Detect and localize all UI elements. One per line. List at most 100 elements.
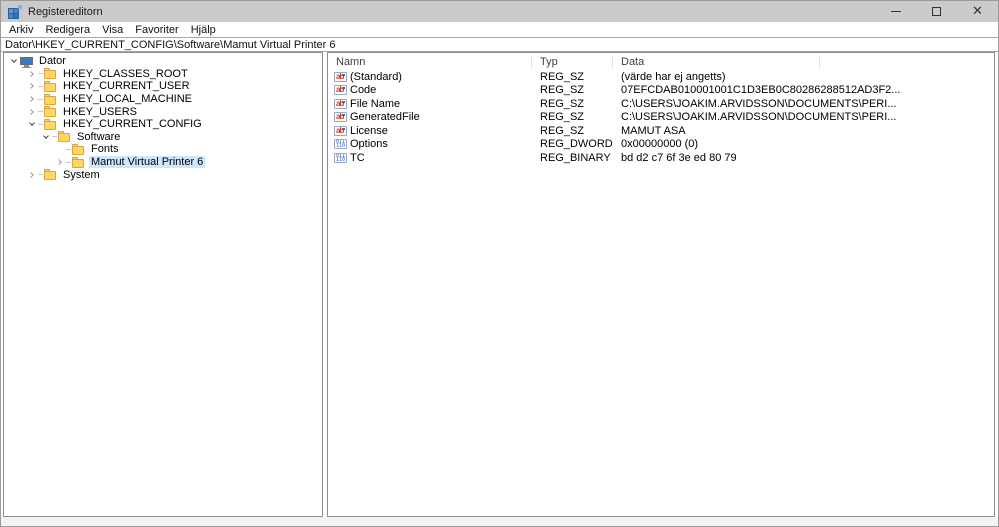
value-name: Options xyxy=(350,138,388,151)
value-data: MAMUT ASA xyxy=(621,124,686,137)
folder-icon xyxy=(44,106,57,118)
minimize-icon xyxy=(890,11,901,12)
tree-connector xyxy=(52,136,57,138)
value-name-cell[interactable]: Options xyxy=(328,138,532,150)
tree-item[interactable]: Mamut Virtual Printer 6 xyxy=(4,156,322,169)
binary-value-icon xyxy=(334,152,347,163)
value-name-cell[interactable]: GeneratedFile xyxy=(328,111,532,123)
tree-expander[interactable] xyxy=(54,156,66,168)
value-type: REG_SZ xyxy=(540,124,585,137)
value-name-cell[interactable]: TC xyxy=(328,152,532,164)
string-value-icon xyxy=(334,71,347,82)
value-row[interactable]: License REG_SZ MAMUT ASA xyxy=(328,124,994,138)
tree-item-label[interactable]: Fonts xyxy=(89,143,121,155)
value-name: GeneratedFile xyxy=(350,111,420,124)
value-row[interactable]: File Name REG_SZ C:\USERS\JOAKIM.ARVIDSS… xyxy=(328,97,994,111)
folder-icon xyxy=(72,156,85,168)
computer-icon xyxy=(20,56,33,68)
tree-expander[interactable] xyxy=(26,118,38,130)
tree-item-label[interactable]: HKEY_CURRENT_CONFIG xyxy=(61,118,204,130)
menu-item-favoriter[interactable]: Favoriter xyxy=(129,24,184,36)
status-bar xyxy=(1,517,998,526)
tree-item[interactable]: HKEY_CURRENT_USER xyxy=(4,80,322,93)
regedit-window: Registereditorn ✕ Arkiv Redigera Visa Fa… xyxy=(0,0,999,527)
column-header-filler xyxy=(820,56,994,69)
value-name-cell[interactable]: License xyxy=(328,125,532,137)
tree-item-label[interactable]: Software xyxy=(75,131,122,143)
close-button[interactable]: ✕ xyxy=(957,1,998,22)
address-bar[interactable]: Dator\HKEY_CURRENT_CONFIG\Software\Mamut… xyxy=(1,37,998,52)
close-icon: ✕ xyxy=(972,4,983,19)
tree-expander[interactable] xyxy=(26,80,38,92)
tree-connector xyxy=(66,161,71,163)
menubar: Arkiv Redigera Visa Favoriter Hjälp xyxy=(1,22,998,37)
menu-item-visa[interactable]: Visa xyxy=(96,24,129,36)
value-name: (Standard) xyxy=(350,70,402,83)
folder-icon xyxy=(72,143,85,155)
folder-icon xyxy=(44,93,57,105)
tree-item[interactable]: System xyxy=(4,168,322,181)
tree-item[interactable]: HKEY_USERS xyxy=(4,105,322,118)
string-value-icon xyxy=(334,112,347,123)
maximize-button[interactable] xyxy=(916,1,957,22)
folder-icon xyxy=(44,169,57,181)
value-name-cell[interactable]: Code xyxy=(328,84,532,96)
tree-item-label[interactable]: HKEY_LOCAL_MACHINE xyxy=(61,93,194,105)
tree-item[interactable]: Dator xyxy=(4,55,322,68)
tree-expander[interactable] xyxy=(26,169,38,181)
value-type: REG_SZ xyxy=(540,70,585,83)
value-row[interactable]: Code REG_SZ 07EFCDAB010001001C1D3EB0C802… xyxy=(328,84,994,98)
menu-item-redigera[interactable]: Redigera xyxy=(39,24,96,36)
tree-item-label[interactable]: Dator xyxy=(37,55,68,67)
menu-item-arkiv[interactable]: Arkiv xyxy=(3,24,39,36)
value-type: REG_SZ xyxy=(540,97,585,110)
tree-item[interactable]: Software xyxy=(4,131,322,144)
tree-item-label[interactable]: HKEY_CURRENT_USER xyxy=(61,80,192,92)
tree-expander[interactable] xyxy=(54,143,66,155)
value-name-cell[interactable]: (Standard) xyxy=(328,71,532,83)
value-row[interactable]: Options REG_DWORD 0x00000000 (0) xyxy=(328,138,994,152)
minimize-button[interactable] xyxy=(875,1,916,22)
value-name-cell[interactable]: File Name xyxy=(328,98,532,110)
column-header-data[interactable]: Data xyxy=(613,55,820,69)
tree-connector xyxy=(38,98,43,100)
folder-icon xyxy=(44,118,57,130)
tree-item-label[interactable]: HKEY_USERS xyxy=(61,106,139,118)
column-header-namn[interactable]: Namn xyxy=(328,55,532,69)
tree-item-label[interactable]: HKEY_CLASSES_ROOT xyxy=(61,68,190,80)
value-row[interactable]: (Standard) REG_SZ (värde har ej angetts) xyxy=(328,70,994,84)
tree-item[interactable]: HKEY_CLASSES_ROOT xyxy=(4,68,322,81)
value-type: REG_SZ xyxy=(540,84,585,97)
tree-connector xyxy=(38,111,43,113)
string-value-icon xyxy=(334,98,347,109)
value-data: 07EFCDAB010001001C1D3EB0C80286288512AD3F… xyxy=(621,84,901,97)
folder-icon xyxy=(44,68,57,80)
folder-icon xyxy=(58,131,71,143)
tree-connector xyxy=(38,85,43,87)
regedit-app-icon xyxy=(8,4,22,19)
value-type: REG_DWORD xyxy=(540,138,613,151)
value-data: C:\USERS\JOAKIM.ARVIDSSON\DOCUMENTS\PERI… xyxy=(621,97,897,110)
tree-expander[interactable] xyxy=(26,68,38,80)
tree-expander[interactable] xyxy=(40,131,52,143)
value-name: Code xyxy=(350,84,377,97)
tree-item-label[interactable]: System xyxy=(61,169,102,181)
binary-value-icon xyxy=(334,139,347,150)
value-data: (värde har ej angetts) xyxy=(621,70,726,83)
value-row[interactable]: TC REG_BINARY bd d2 c7 6f 3e ed 80 79 xyxy=(328,151,994,165)
values-rows: (Standard) REG_SZ (värde har ej angetts)… xyxy=(328,70,994,516)
tree-item[interactable]: HKEY_LOCAL_MACHINE xyxy=(4,93,322,106)
tree-expander[interactable] xyxy=(26,93,38,105)
menu-item-hjlp[interactable]: Hjälp xyxy=(185,24,222,36)
values-column-header: Namn Typ Data xyxy=(328,54,994,70)
column-header-typ[interactable]: Typ xyxy=(532,55,613,69)
value-data: bd d2 c7 6f 3e ed 80 79 xyxy=(621,151,737,164)
tree-expander[interactable] xyxy=(8,55,20,67)
string-value-icon xyxy=(334,85,347,96)
tree-expander[interactable] xyxy=(26,106,38,118)
value-row[interactable]: GeneratedFile REG_SZ C:\USERS\JOAKIM.ARV… xyxy=(328,111,994,125)
tree-item[interactable]: Fonts xyxy=(4,143,322,156)
tree-item-label[interactable]: Mamut Virtual Printer 6 xyxy=(89,156,206,169)
tree-item[interactable]: HKEY_CURRENT_CONFIG xyxy=(4,118,322,131)
value-name: License xyxy=(350,124,388,137)
